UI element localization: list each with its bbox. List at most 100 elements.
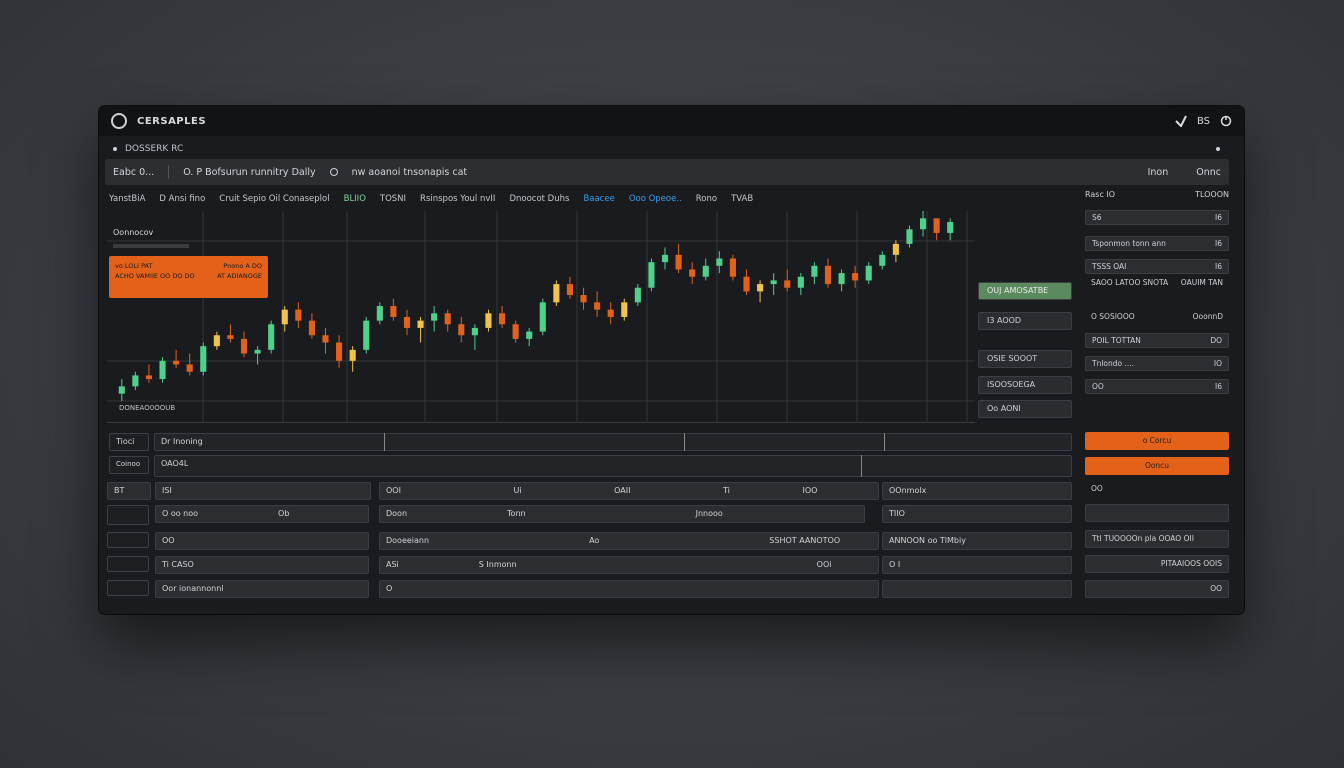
row-checkbox[interactable] bbox=[107, 556, 149, 572]
table-cell: Dooeeiann Ao SSHOT AANOTOO bbox=[379, 532, 879, 550]
price-alert-box[interactable]: vo LOLI PAT Pnono A DO ACHO VAMIIE OO DO … bbox=[109, 256, 268, 298]
candle-body bbox=[702, 265, 709, 277]
right-row: O SOSIOOO OoonnD bbox=[1085, 312, 1229, 321]
candle-body bbox=[689, 269, 696, 277]
trading-window: CERSAPLES BS DOSSERK RC Eabc 0... O. P B… bbox=[99, 106, 1244, 614]
side-cell[interactable]: ISOOSOEGA bbox=[978, 376, 1072, 394]
right-cell[interactable]: TSSS OAI I6 bbox=[1085, 259, 1229, 274]
right-cell[interactable]: OO I6 bbox=[1085, 379, 1229, 394]
search-icon[interactable] bbox=[329, 168, 338, 176]
col-label: OOI bbox=[386, 486, 401, 495]
right-cell[interactable]: S6 I6 bbox=[1085, 210, 1229, 225]
alert-cell: ACHO VAMIIE OO DO DO bbox=[115, 272, 195, 280]
candle-body bbox=[933, 218, 940, 233]
row-checkbox[interactable] bbox=[107, 505, 149, 525]
right-input-value: PITAAIOOS OOIS bbox=[1160, 559, 1222, 568]
cell-text: OOi bbox=[816, 560, 832, 569]
col-label: Ti bbox=[723, 486, 730, 495]
chart-svg[interactable] bbox=[107, 211, 975, 423]
right-input[interactable] bbox=[1085, 504, 1229, 522]
candle-body bbox=[471, 327, 478, 336]
alert-cell: AT ADIANOGE bbox=[217, 272, 262, 280]
candle-body bbox=[621, 302, 628, 317]
candle-body bbox=[607, 309, 614, 317]
candle-body bbox=[553, 284, 560, 303]
tool-item[interactable]: Ooo Opeoe.. bbox=[629, 194, 682, 204]
tool-item[interactable]: Rono bbox=[696, 194, 717, 204]
toolbar-left-label[interactable]: Eabc 0... bbox=[113, 167, 154, 178]
candle-body bbox=[227, 335, 234, 339]
tool-item[interactable]: TVAB bbox=[731, 194, 753, 204]
col-label: ISI bbox=[155, 482, 371, 500]
app-logo-icon bbox=[111, 113, 127, 129]
candle-body bbox=[336, 342, 343, 361]
buy-button[interactable]: o Corcu bbox=[1085, 432, 1229, 450]
candlestick-chart[interactable] bbox=[107, 211, 975, 423]
right-row: SAOO LATOO SNOTA OAUIM TAN bbox=[1085, 278, 1229, 287]
menu-dot-icon[interactable] bbox=[1216, 147, 1220, 151]
right-input[interactable]: OO bbox=[1085, 580, 1229, 598]
row-checkbox[interactable] bbox=[107, 580, 149, 596]
right-input[interactable]: PITAAIOOS OOIS bbox=[1085, 555, 1229, 573]
right-cell-value: I6 bbox=[1215, 382, 1222, 391]
right-input[interactable]: Ttl TUOOOOn pla OOAO OII bbox=[1085, 530, 1229, 548]
tool-item[interactable]: Baacee bbox=[583, 194, 614, 204]
col-label: Ui bbox=[513, 486, 522, 495]
right-cell[interactable]: Tsponmon tonn ann I6 bbox=[1085, 236, 1229, 251]
candle-body bbox=[770, 280, 777, 285]
toolbar-right-label[interactable]: Inon bbox=[1148, 167, 1169, 178]
right-cell-value: DO bbox=[1210, 336, 1222, 345]
side-cell[interactable]: OSIE SOOOT bbox=[978, 350, 1072, 368]
toolbar-right-label-2[interactable]: Onnc bbox=[1196, 167, 1221, 178]
candle-body bbox=[919, 218, 927, 230]
candle-body bbox=[852, 273, 859, 281]
candle-body bbox=[498, 313, 506, 325]
bookmark-icon[interactable] bbox=[1175, 115, 1187, 127]
candle-body bbox=[594, 302, 601, 310]
power-icon[interactable] bbox=[1220, 115, 1232, 127]
tool-item[interactable]: D Ansi fino bbox=[159, 194, 205, 204]
tool-item[interactable]: Rsinspos Youl nvII bbox=[420, 194, 495, 204]
right-cell-label: Tsponmon tonn ann bbox=[1092, 239, 1166, 248]
tool-item[interactable]: Cruit Sepio Oil Conaseplol bbox=[219, 194, 329, 204]
candle-body bbox=[268, 324, 275, 350]
tool-item[interactable]: YanstBiA bbox=[109, 194, 145, 204]
tab-label[interactable]: Dr Inoning bbox=[161, 437, 203, 446]
right-cell[interactable]: POIL TOTTAN DO bbox=[1085, 333, 1229, 348]
candle-body bbox=[213, 335, 220, 347]
right-cell-value: IO bbox=[1213, 359, 1222, 368]
subheader: DOSSERK RC bbox=[105, 138, 1236, 160]
side-cell[interactable]: Oo AONI bbox=[978, 400, 1072, 418]
tool-item[interactable]: TOSNI bbox=[380, 194, 406, 204]
table-cell: Doon Tonn Jnnooo bbox=[379, 505, 865, 523]
candle-body bbox=[512, 324, 519, 339]
right-row-value: OoonnD bbox=[1192, 312, 1223, 321]
subheader-label: DOSSERK RC bbox=[125, 144, 184, 154]
right-cell-value: I6 bbox=[1215, 262, 1222, 271]
header-button[interactable]: Coinoo bbox=[109, 456, 149, 474]
row-checkbox[interactable] bbox=[107, 532, 149, 548]
candle-body bbox=[757, 284, 764, 292]
tool-item[interactable]: Dnoocot Duhs bbox=[509, 194, 569, 204]
cell-text: SSHOT AANOTOO bbox=[769, 536, 841, 545]
candle-body bbox=[322, 335, 329, 343]
table-cell: TIIO bbox=[882, 505, 1072, 523]
tab-label[interactable]: OAO4L bbox=[161, 459, 188, 468]
tool-item[interactable]: BLIIO bbox=[344, 194, 366, 204]
right-row-label: OO bbox=[1091, 484, 1103, 493]
side-cell[interactable]: I3 AOOD bbox=[978, 312, 1072, 330]
table-cell: O I bbox=[882, 556, 1072, 574]
cell-text: Dooeeiann bbox=[386, 536, 430, 545]
bullet-icon bbox=[113, 147, 117, 151]
header-button[interactable]: Tioci bbox=[109, 433, 149, 451]
candle-body bbox=[661, 254, 669, 263]
side-cell-green[interactable]: OUJ AMOSATBE bbox=[978, 282, 1072, 300]
right-row-label: O SOSIOOO bbox=[1091, 312, 1135, 321]
table-cell: O oo noo Ob bbox=[155, 505, 369, 523]
candle-body bbox=[743, 276, 750, 292]
sell-button[interactable]: Ooncu bbox=[1085, 457, 1229, 475]
right-cell[interactable]: Tnlondo .... IO bbox=[1085, 356, 1229, 371]
right-cell-label: OO bbox=[1092, 382, 1104, 391]
candle-body bbox=[634, 287, 641, 303]
right-input-label: Ttl TUOOOOn pla OOAO OII bbox=[1092, 534, 1194, 543]
